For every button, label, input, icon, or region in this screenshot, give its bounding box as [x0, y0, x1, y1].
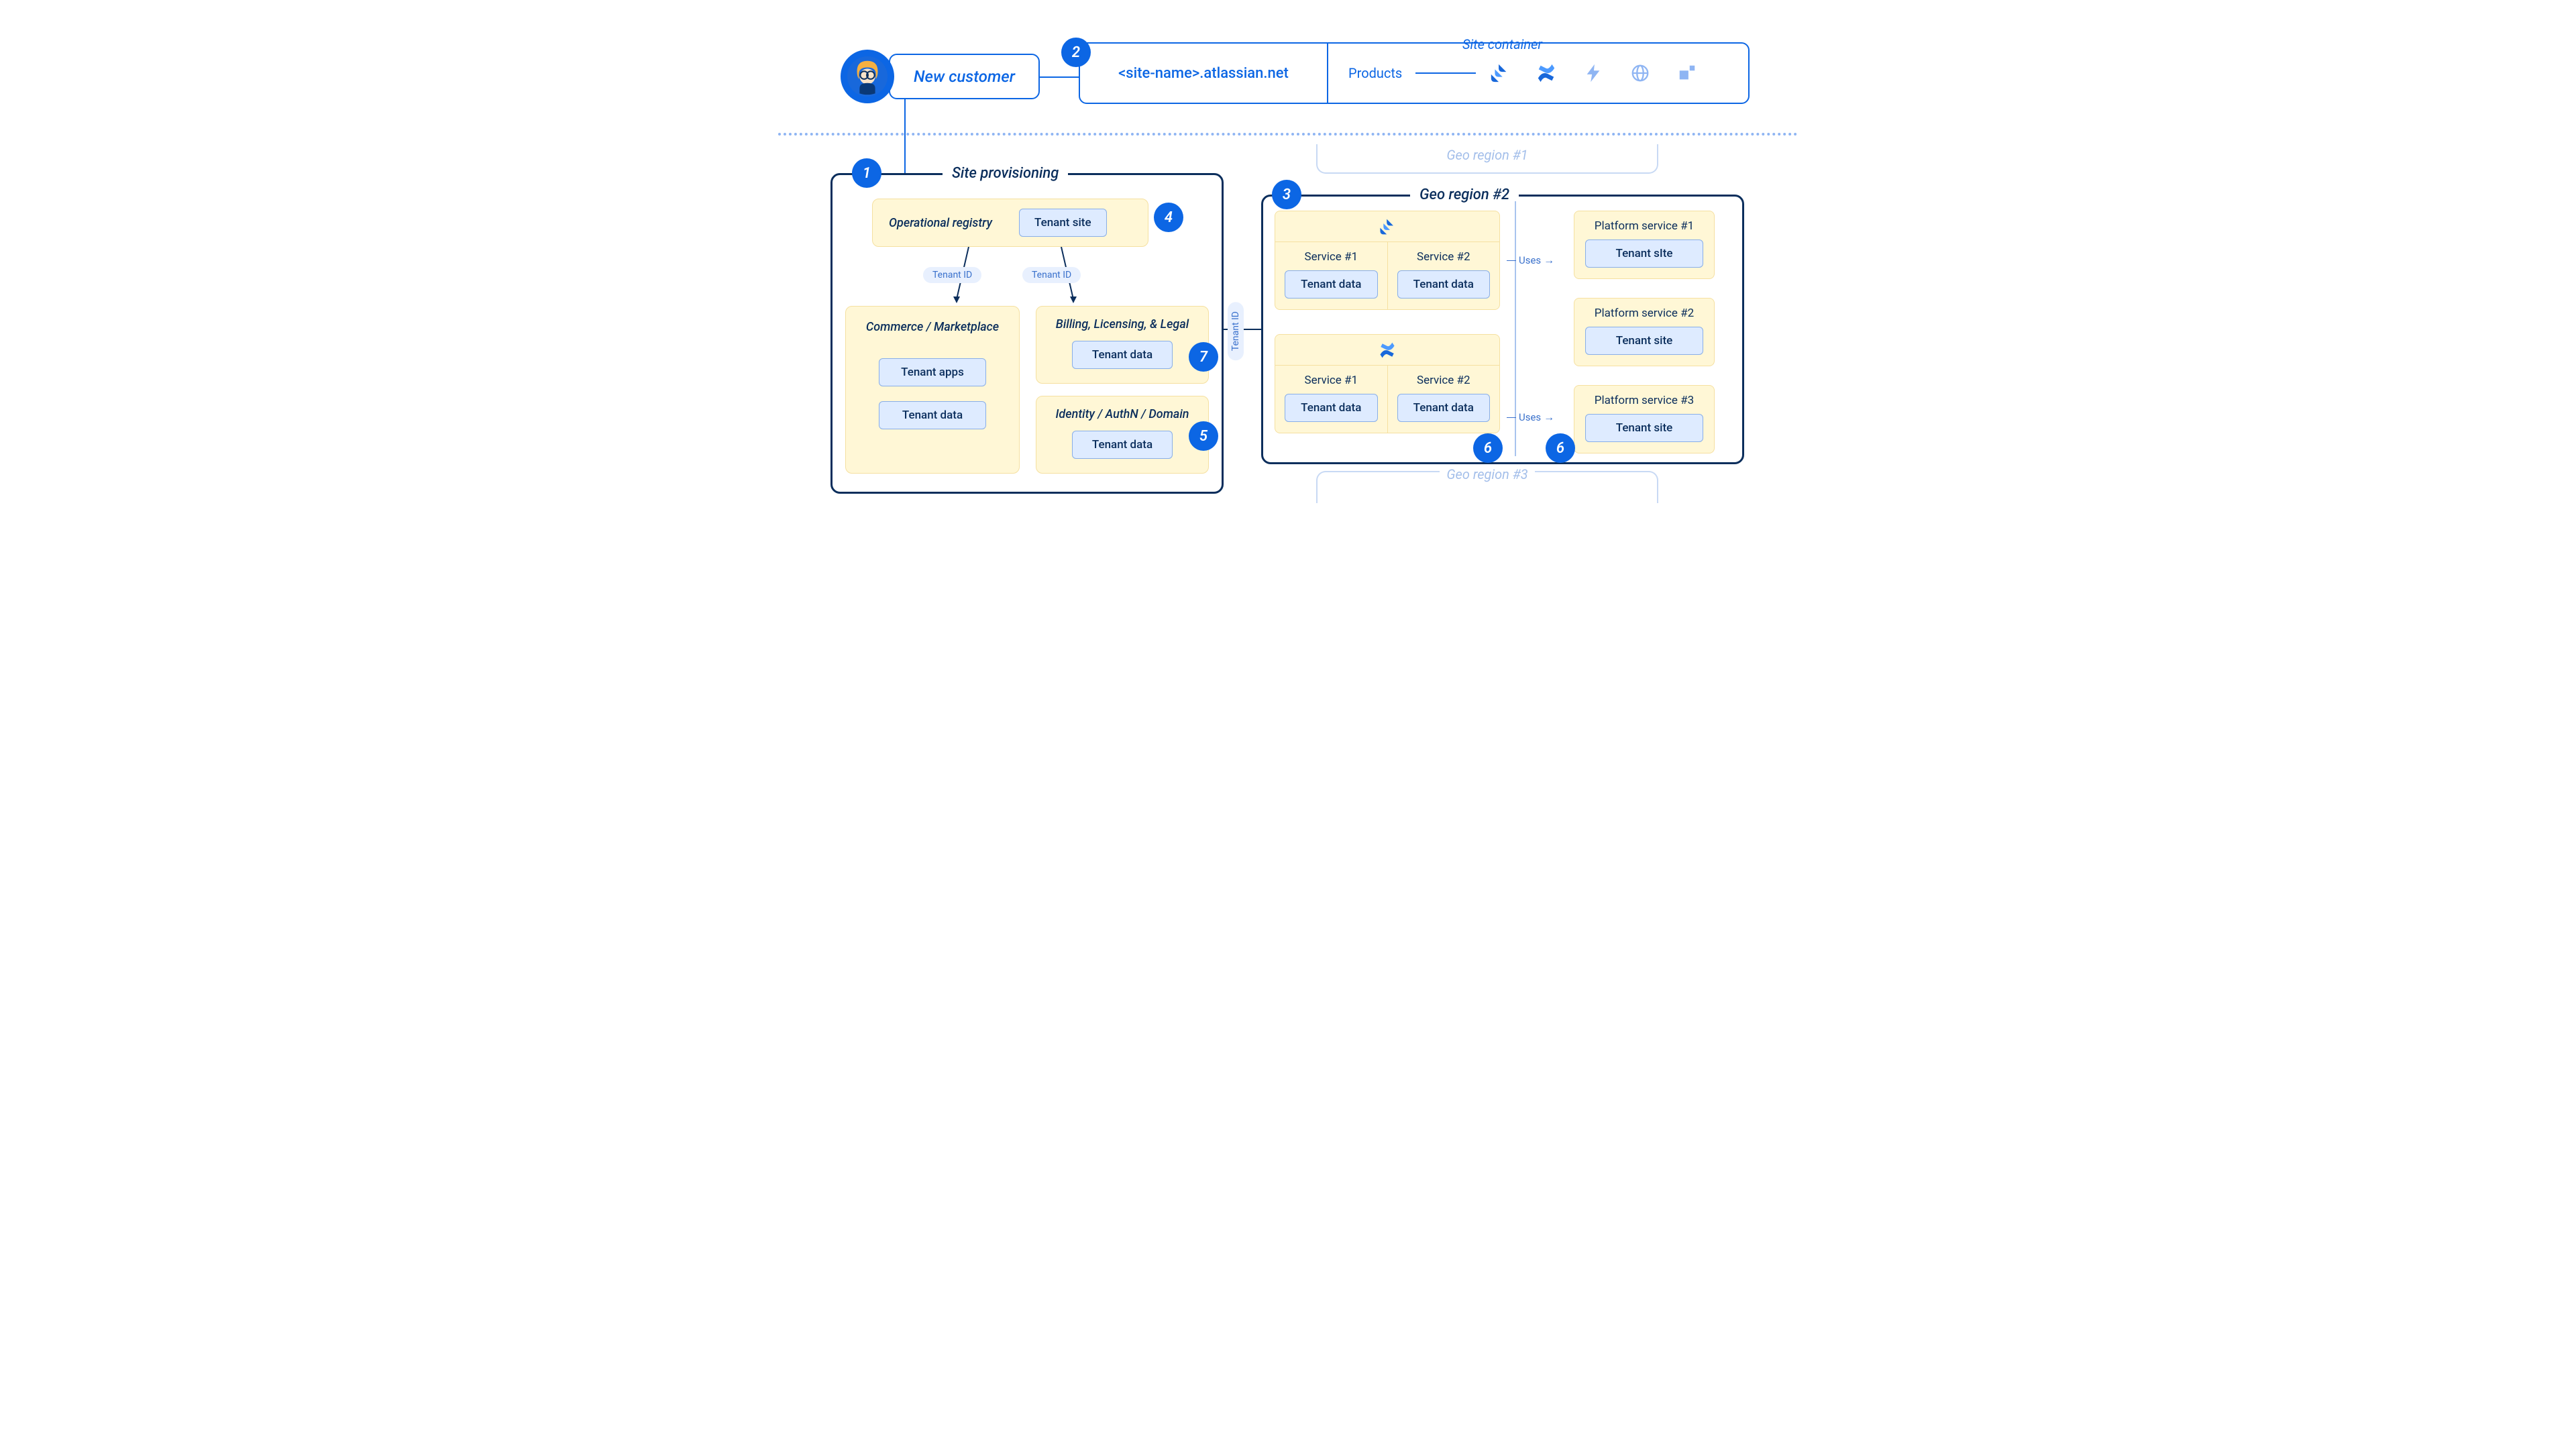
new-customer-label: New customer: [914, 67, 1015, 86]
operational-registry-title: Operational registry: [889, 216, 992, 230]
marker-7: 7: [1189, 342, 1218, 372]
marker-6b: 6: [1546, 433, 1575, 463]
tenant-data-box: Tenant data: [1397, 394, 1491, 422]
commerce-title: Commerce / Marketplace: [858, 320, 1007, 334]
identity-box: Identity / AuthN / Domain Tenant data: [1036, 396, 1209, 474]
diagram-canvas: New customer Site container <site-name>.…: [778, 0, 1798, 523]
customer-avatar-icon: [841, 50, 894, 103]
jira-services-table: Service #1 Tenant data Service #2 Tenant…: [1275, 211, 1500, 310]
products-label: Products: [1348, 65, 1402, 81]
jira-icon: [1489, 63, 1509, 83]
geo-region-ghost-3: Geo region #3: [1316, 471, 1658, 503]
site-url: <site-name>.atlassian.net: [1080, 44, 1328, 103]
uses-label: Uses: [1507, 254, 1554, 267]
tenant-id-pill-vertical: Tenant ID: [1228, 302, 1244, 360]
platform-title: Platform service #3: [1585, 394, 1703, 407]
geo-region-2-title: Geo region #2: [1410, 186, 1519, 203]
operational-registry-box: Operational registry Tenant site: [872, 199, 1148, 247]
billing-box: Billing, Licensing, & Legal Tenant data: [1036, 306, 1209, 384]
tenant-data-box: Tenant data: [1072, 431, 1173, 459]
service-title: Service #1: [1285, 374, 1378, 387]
tenant-apps-box: Tenant apps: [879, 358, 986, 386]
confluence-service-2-cell: Service #2 Tenant data: [1388, 366, 1500, 433]
uses-label: Uses: [1507, 411, 1554, 424]
service-title: Service #1: [1285, 250, 1378, 264]
jira-icon: [1379, 218, 1396, 235]
dotted-divider: [778, 133, 1798, 136]
tenant-data-box: Tenant data: [1285, 394, 1378, 422]
tenant-site-box: Tenant site: [1585, 327, 1703, 355]
tenant-site-box: Tenant site: [1585, 414, 1703, 442]
confluence-service-1-cell: Service #1 Tenant data: [1275, 366, 1388, 433]
site-provisioning-title: Site provisioning: [943, 165, 1068, 182]
connector-line: [1040, 76, 1079, 78]
new-customer-box: New customer: [889, 54, 1040, 99]
tenant-data-box: Tenant data: [1397, 270, 1491, 299]
confluence-icon: [1379, 341, 1396, 359]
tenant-data-box: Tenant data: [1072, 341, 1173, 369]
geo-region-ghost-3-label: Geo region #3: [1440, 466, 1534, 482]
platform-service-3-box: Platform service #3 Tenant site: [1574, 385, 1715, 453]
billing-title: Billing, Licensing, & Legal: [1049, 317, 1196, 331]
tenant-site-box: Tenant site: [1019, 209, 1107, 237]
squares-icon: [1677, 63, 1697, 83]
platform-service-1-box: Platform service #1 Tenant sIte: [1574, 211, 1715, 279]
site-container-box: <site-name>.atlassian.net Products: [1079, 42, 1750, 104]
products-connector-line: [1415, 72, 1476, 74]
globe-icon: [1630, 63, 1650, 83]
confluence-services-table: Service #1 Tenant data Service #2 Tenant…: [1275, 334, 1500, 433]
confluence-table-header: [1275, 335, 1499, 366]
lightning-icon: [1583, 63, 1603, 83]
tenant-data-box: Tenant data: [1285, 270, 1378, 299]
geo-region-ghost-1-label: Geo region #1: [1440, 147, 1534, 163]
connector-line: [904, 99, 906, 173]
commerce-box: Commerce / Marketplace Tenant apps Tenan…: [845, 306, 1020, 474]
marker-1: 1: [852, 158, 881, 188]
service-title: Service #2: [1397, 374, 1491, 387]
marker-6a: 6: [1473, 433, 1503, 463]
platform-service-2-box: Platform service #2 Tenant site: [1574, 298, 1715, 366]
tenant-data-box: Tenant data: [879, 401, 986, 429]
service-title: Service #2: [1397, 250, 1491, 264]
jira-service-2-cell: Service #2 Tenant data: [1388, 242, 1500, 309]
tenant-id-pill: Tenant ID: [1022, 267, 1081, 283]
product-icons: [1489, 63, 1697, 83]
products-row: Products: [1328, 44, 1748, 103]
tenant-site-box: Tenant sIte: [1585, 239, 1703, 268]
platform-title: Platform service #1: [1585, 219, 1703, 233]
jira-service-1-cell: Service #1 Tenant data: [1275, 242, 1388, 309]
platform-title: Platform service #2: [1585, 307, 1703, 320]
geo-region-ghost-1: Geo region #1: [1316, 144, 1658, 174]
marker-3: 3: [1272, 180, 1301, 209]
confluence-icon: [1536, 63, 1556, 83]
marker-4: 4: [1154, 203, 1183, 232]
identity-title: Identity / AuthN / Domain: [1049, 407, 1196, 421]
marker-5: 5: [1189, 421, 1218, 451]
marker-2: 2: [1061, 38, 1091, 67]
jira-table-header: [1275, 211, 1499, 242]
tenant-id-pill: Tenant ID: [923, 267, 981, 283]
